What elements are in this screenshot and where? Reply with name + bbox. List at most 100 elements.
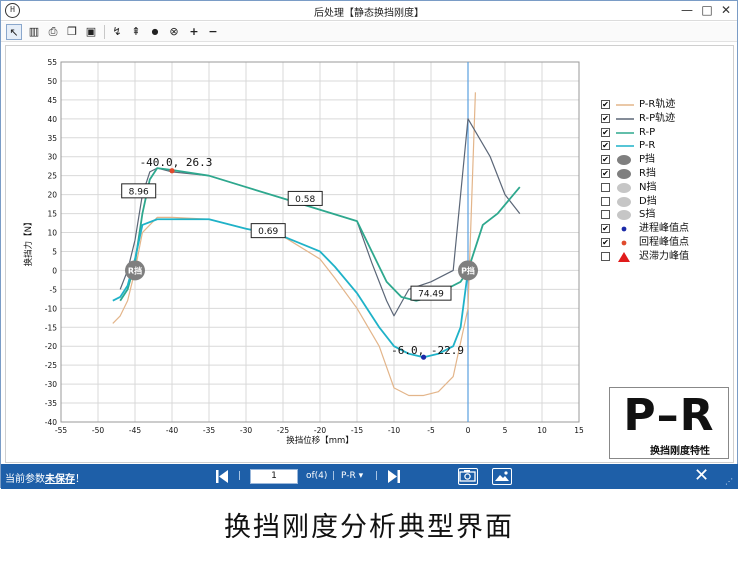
y-tick-label: -40 [45, 418, 57, 427]
legend-swatch [616, 131, 634, 134]
y-tick-label: 10 [47, 229, 57, 238]
x-tick-label: 5 [503, 426, 508, 435]
y-tick-label: 15 [47, 210, 57, 219]
checkbox-unchecked-icon[interactable] [601, 196, 610, 206]
image-icon [495, 471, 509, 481]
stiffness-value: 0.69 [258, 227, 278, 237]
legend-item[interactable]: N挡 [601, 181, 737, 195]
y-tick-label: 35 [47, 134, 57, 143]
legend-item[interactable]: D挡 [601, 195, 737, 209]
x-tick-label: -20 [314, 426, 326, 435]
legend-swatch [621, 240, 627, 246]
legend-swatch [618, 251, 630, 262]
first-page-icon [216, 470, 228, 483]
image-button[interactable] [492, 468, 512, 485]
legend-swatch [616, 104, 634, 106]
figure-caption: 换挡刚度分析典型界面 [224, 512, 514, 543]
camera-icon [459, 470, 476, 482]
camera-button[interactable] [458, 468, 478, 485]
legend-item[interactable]: ✔ R挡 [601, 167, 737, 181]
checkbox-checked-icon[interactable]: ✔ [601, 141, 610, 151]
legend-swatch [617, 210, 631, 221]
stiffness-value: 8.96 [129, 187, 149, 197]
y-tick-label: 25 [47, 172, 57, 181]
legend-item[interactable]: ✔ P-R轨迹 [601, 98, 737, 112]
y-tick-label: 0 [52, 266, 57, 275]
legend-swatch-shape [621, 226, 627, 232]
peak-label: -6.0, -22.9 [391, 344, 464, 357]
x-tick-label: -30 [240, 426, 252, 435]
x-tick-label: -35 [203, 426, 215, 435]
legend-swatch-shape [617, 210, 631, 221]
legend-swatch-shape [617, 168, 631, 179]
legend-label: D挡 [639, 195, 657, 207]
legend-swatch [617, 168, 631, 179]
checkbox-checked-icon[interactable]: ✔ [601, 100, 610, 109]
y-tick-label: 50 [47, 77, 57, 86]
legend-label: 回程峰值点 [639, 236, 689, 248]
gear-marker-label: P挡 [461, 265, 475, 275]
page-number-input[interactable]: 1 [250, 469, 298, 484]
legend-label: R-P [639, 126, 656, 138]
legend-item[interactable]: ✔ R-P轨迹 [601, 112, 737, 126]
first-page-button[interactable] [214, 467, 230, 486]
x-tick-label: -25 [277, 426, 289, 435]
nav-separator: | [238, 471, 242, 481]
stiffness-value: 0.58 [295, 195, 315, 205]
legend-label: P-R [639, 140, 656, 152]
legend-swatch [621, 226, 627, 232]
legend-item[interactable]: ✔ R-P [601, 126, 737, 140]
legend-label: S挡 [639, 209, 656, 221]
legend-swatch [617, 155, 631, 166]
y-tick-label: 45 [47, 96, 57, 105]
resize-grip[interactable]: ⋰ [725, 477, 733, 486]
close-icon[interactable]: ✕ [694, 465, 709, 486]
last-page-icon [388, 470, 400, 483]
peak-label: -40.0, 26.3 [140, 156, 213, 169]
badge-subtitle: 换挡刚度特性 [650, 446, 710, 457]
chart-legend: ✔ P-R轨迹 ✔ R-P轨迹 ✔ R-P ✔ P-R ✔ P挡 ✔ R挡 N挡 D挡 S挡 ✔ 进程峰值点 ✔ 回… [601, 98, 737, 264]
checkbox-unchecked-icon[interactable] [601, 182, 610, 192]
legend-swatch-shape [617, 182, 631, 193]
x-tick-label: -10 [388, 426, 400, 435]
y-tick-label: 30 [47, 153, 57, 162]
checkbox-checked-icon[interactable]: ✔ [601, 155, 610, 165]
status-bar: 当前参数未保存！ | 1 of(4) | P-R ▾ | ✕ ⋰ [1, 464, 738, 489]
checkbox-unchecked-icon[interactable] [601, 210, 610, 220]
legend-item[interactable]: S挡 [601, 208, 737, 222]
checkbox-checked-icon[interactable]: ✔ [601, 237, 610, 247]
checkbox-checked-icon[interactable]: ✔ [601, 127, 610, 137]
legend-label: N挡 [639, 181, 657, 193]
legend-item[interactable]: ✔ 回程峰值点 [601, 236, 737, 250]
gear-marker-label: R挡 [128, 265, 142, 275]
checkbox-checked-icon[interactable]: ✔ [601, 168, 610, 178]
legend-item[interactable]: 迟滞力峰值 [601, 250, 737, 264]
legend-label: P挡 [639, 154, 656, 166]
checkbox-checked-icon[interactable]: ✔ [601, 224, 610, 234]
checkbox-unchecked-icon[interactable] [601, 251, 610, 261]
y-tick-label: -10 [45, 304, 57, 313]
nav-separator: | [332, 471, 336, 481]
legend-swatch-shape [617, 196, 631, 207]
legend-swatch [617, 182, 631, 193]
legend-item[interactable]: ✔ P挡 [601, 153, 737, 167]
save-status-message: 当前参数未保存！ [5, 470, 85, 485]
checkbox-checked-icon[interactable]: ✔ [601, 113, 610, 123]
curve-selector-value: P-R [341, 471, 356, 481]
y-tick-label: 5 [52, 247, 57, 256]
x-tick-label: 10 [537, 426, 547, 435]
stiffness-value: 74.49 [418, 290, 444, 300]
last-page-button[interactable] [386, 467, 402, 486]
y-tick-label: -30 [45, 380, 57, 389]
legend-swatch-shape [617, 155, 631, 166]
x-tick-label: -55 [55, 426, 67, 435]
y-tick-label: -35 [45, 399, 57, 408]
x-tick-label: -40 [166, 426, 178, 435]
page-count: of(4) [306, 471, 328, 481]
legend-item[interactable]: ✔ P-R [601, 139, 737, 153]
x-tick-label: -5 [427, 426, 435, 435]
curve-selector[interactable]: P-R ▾ [341, 471, 363, 481]
y-tick-label: 40 [47, 115, 57, 124]
legend-label: R挡 [639, 167, 656, 179]
legend-item[interactable]: ✔ 进程峰值点 [601, 222, 737, 236]
